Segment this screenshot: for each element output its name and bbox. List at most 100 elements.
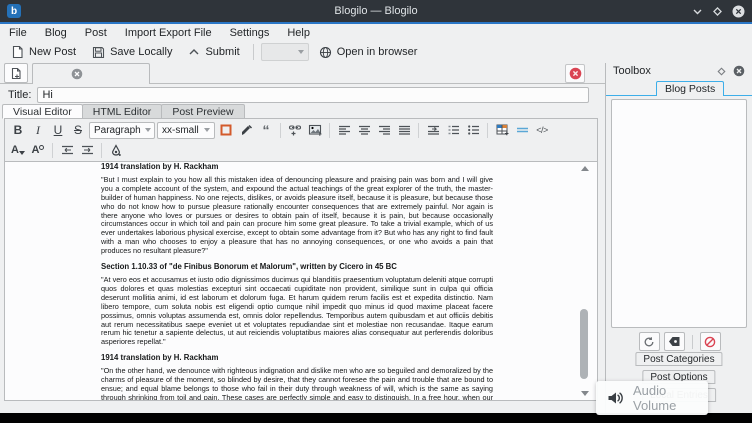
- open-in-browser-label: Open in browser: [337, 46, 418, 58]
- tab-html-editor[interactable]: HTML Editor: [82, 104, 163, 119]
- align-center-icon: [358, 124, 371, 136]
- cancel-button[interactable]: [700, 332, 721, 351]
- text-color-button[interactable]: [107, 141, 125, 159]
- post-tab-bar: [0, 63, 605, 84]
- new-page-icon: [10, 67, 22, 80]
- editor-text-area[interactable]: 1914 translation by H. Rackham "But I mu…: [5, 161, 597, 400]
- align-center-button[interactable]: [355, 121, 373, 139]
- open-in-browser-button[interactable]: Open in browser: [313, 44, 424, 61]
- blog-posts-list[interactable]: [611, 99, 747, 328]
- scroll-up-icon[interactable]: [581, 166, 589, 171]
- add-link-button[interactable]: [286, 121, 304, 139]
- blog-select[interactable]: [261, 43, 309, 61]
- scroll-down-icon[interactable]: [581, 391, 589, 396]
- title-label: Title:: [0, 89, 37, 101]
- decrease-indent-icon: [61, 144, 74, 156]
- title-input[interactable]: [37, 87, 589, 103]
- italic-button[interactable]: I: [29, 121, 47, 139]
- text-color-icon: [110, 144, 122, 157]
- format-toolbar-row2: A A: [5, 141, 597, 161]
- decrease-indent-button[interactable]: [58, 141, 76, 159]
- float-panel-icon[interactable]: [717, 67, 726, 76]
- close-icon[interactable]: [732, 5, 745, 18]
- highlighter-button[interactable]: [237, 121, 255, 139]
- increase-indent-icon: [81, 144, 94, 156]
- submit-button[interactable]: Submit: [182, 44, 245, 60]
- horizontal-rule-button[interactable]: [513, 121, 531, 139]
- unordered-list-button[interactable]: [464, 121, 482, 139]
- new-post-label: New Post: [29, 46, 76, 58]
- menu-file[interactable]: File: [0, 26, 36, 40]
- paragraph-style-select[interactable]: Paragraph: [89, 122, 155, 139]
- post-split-icon: [220, 124, 232, 136]
- decrease-font-button[interactable]: A: [9, 141, 27, 159]
- menu-help[interactable]: Help: [278, 26, 319, 40]
- new-tab-button[interactable]: [4, 63, 28, 83]
- menu-settings[interactable]: Settings: [221, 26, 279, 40]
- screen: b Blogilo — Blogilo File Blog Post Impor…: [0, 0, 752, 423]
- strikethrough-button[interactable]: S: [69, 121, 87, 139]
- menu-bar: File Blog Post Import Export File Settin…: [0, 24, 752, 41]
- format-separator: [329, 123, 330, 138]
- ordered-list-icon: [447, 124, 460, 136]
- toolbox-tabbar: Blog Posts: [606, 81, 752, 96]
- post-tab-current[interactable]: [32, 63, 150, 84]
- increase-indent-button[interactable]: [78, 141, 96, 159]
- new-post-button[interactable]: New Post: [5, 43, 82, 61]
- submit-icon: [188, 47, 200, 57]
- editor-mode-tabs: Visual Editor HTML Editor Post Preview: [2, 104, 244, 119]
- post-split-button[interactable]: [217, 121, 235, 139]
- font-size-select[interactable]: xx-small: [157, 122, 215, 139]
- align-right-icon: [378, 124, 391, 136]
- toolbar-separator: [253, 44, 254, 60]
- tab-post-categories[interactable]: Post Categories: [635, 352, 722, 366]
- paragraph-style-value: Paragraph: [94, 125, 141, 136]
- window-title: Blogilo — Blogilo: [0, 5, 752, 17]
- highlighter-icon: [240, 124, 253, 137]
- blog-posts-actions: [606, 332, 752, 351]
- toolbox-header: Toolbox: [606, 63, 752, 79]
- toolbox-separator: [692, 335, 693, 349]
- text-direction-button[interactable]: [424, 121, 442, 139]
- close-panel-icon[interactable]: [733, 65, 745, 77]
- tab-blog-posts[interactable]: Blog Posts: [656, 81, 724, 96]
- remove-post-button[interactable]: [664, 332, 685, 351]
- format-separator: [487, 123, 488, 138]
- unordered-list-icon: [467, 124, 480, 136]
- blogilo-app-icon: b: [7, 4, 21, 18]
- speaker-icon: [607, 390, 625, 406]
- tab-post-preview[interactable]: Post Preview: [161, 104, 244, 119]
- save-locally-label: Save Locally: [110, 46, 172, 58]
- insert-table-icon: [496, 124, 509, 136]
- reload-posts-button[interactable]: [639, 332, 660, 351]
- format-separator: [52, 143, 53, 158]
- ordered-list-button[interactable]: [444, 121, 462, 139]
- menu-blog[interactable]: Blog: [36, 26, 76, 40]
- align-left-icon: [338, 124, 351, 136]
- editor-scrollbar[interactable]: [579, 164, 590, 398]
- minimize-icon[interactable]: [692, 6, 703, 17]
- bold-button[interactable]: B: [9, 121, 27, 139]
- maximize-icon[interactable]: [712, 6, 723, 17]
- insert-table-button[interactable]: [493, 121, 511, 139]
- align-justify-button[interactable]: [395, 121, 413, 139]
- save-icon: [92, 46, 105, 59]
- code-button[interactable]: </>: [533, 121, 551, 139]
- close-tab-button[interactable]: [565, 64, 585, 83]
- content-heading: Section 1.10.33 of "de Finibus Bonorum e…: [101, 263, 493, 272]
- post-title-row: Title:: [0, 86, 605, 103]
- save-locally-button[interactable]: Save Locally: [86, 44, 178, 61]
- tab-visual-editor[interactable]: Visual Editor: [2, 104, 83, 119]
- menu-import-export-file[interactable]: Import Export File: [116, 26, 221, 40]
- osd-label: Audio Volume: [633, 383, 708, 413]
- blockquote-button[interactable]: “: [257, 121, 275, 139]
- increase-font-button[interactable]: A: [29, 141, 47, 159]
- menu-post[interactable]: Post: [76, 26, 116, 40]
- tab-close-icon[interactable]: [71, 68, 83, 80]
- font-size-value: xx-small: [162, 125, 199, 136]
- scrollbar-thumb[interactable]: [580, 309, 588, 379]
- add-image-button[interactable]: [306, 121, 324, 139]
- align-left-button[interactable]: [335, 121, 353, 139]
- underline-button[interactable]: U: [49, 121, 67, 139]
- align-right-button[interactable]: [375, 121, 393, 139]
